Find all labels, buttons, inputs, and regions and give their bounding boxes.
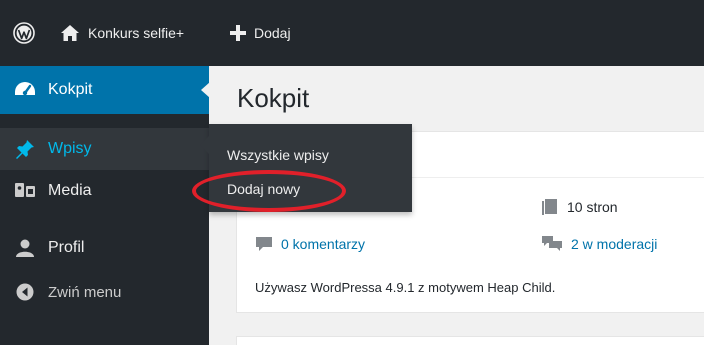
sidebar-item-label: Zwiń menu <box>48 283 122 301</box>
comments-count-text: 0 komentarzy <box>281 236 366 252</box>
sidebar-item-label: Profil <box>48 239 85 256</box>
annotation-highlight-ellipse <box>192 170 346 212</box>
wordpress-logo-button[interactable] <box>6 0 42 66</box>
comments-moderation-icon <box>542 236 562 251</box>
moderation-count-text: 2 w moderacji <box>571 236 658 252</box>
dashboard-gauge-icon <box>14 79 36 101</box>
submenu-all-posts-link[interactable]: Wszystkie wpisy <box>227 147 329 163</box>
sidebar-item-label: Wpisy <box>48 140 92 157</box>
wordpress-logo-icon <box>13 22 35 44</box>
secondary-widget <box>236 336 704 345</box>
collapse-menu-button[interactable]: Zwiń menu <box>0 272 209 312</box>
media-icon <box>14 180 36 202</box>
admin-bar-new-content-button[interactable]: Dodaj <box>230 0 291 66</box>
admin-bar-new-label: Dodaj <box>254 25 291 41</box>
pages-count-link[interactable]: 10 stron <box>541 198 618 216</box>
user-icon <box>14 237 36 259</box>
pages-icon <box>542 199 557 215</box>
comments-count-link[interactable]: 0 komentarzy <box>255 235 365 253</box>
home-icon <box>61 25 79 41</box>
sidebar-item-label: Media <box>48 182 92 199</box>
sidebar-item-profil[interactable]: Profil <box>0 228 209 268</box>
sidebar-item-kokpit[interactable]: Kokpit <box>0 66 210 114</box>
pages-count-text: 10 stron <box>567 199 618 215</box>
admin-bar: Konkurs selfie+ Dodaj <box>0 0 704 66</box>
comment-icon <box>256 237 272 251</box>
wordpress-version-text: Używasz WordPressa 4.9.1 z motywem Heap … <box>255 280 556 295</box>
admin-bar-site-link[interactable]: Konkurs selfie+ <box>60 0 184 66</box>
moderation-count-link[interactable]: 2 w moderacji <box>541 235 657 253</box>
admin-bar-site-name: Konkurs selfie+ <box>88 25 185 41</box>
sidebar-item-wpisy[interactable]: Wpisy <box>0 128 209 170</box>
sidebar-item-label: Kokpit <box>48 81 93 98</box>
plus-icon <box>230 25 246 41</box>
collapse-arrow-icon <box>14 281 36 303</box>
pushpin-icon <box>14 138 36 160</box>
sidebar-item-media[interactable]: Media <box>0 172 209 210</box>
page-title: Kokpit <box>237 83 310 113</box>
